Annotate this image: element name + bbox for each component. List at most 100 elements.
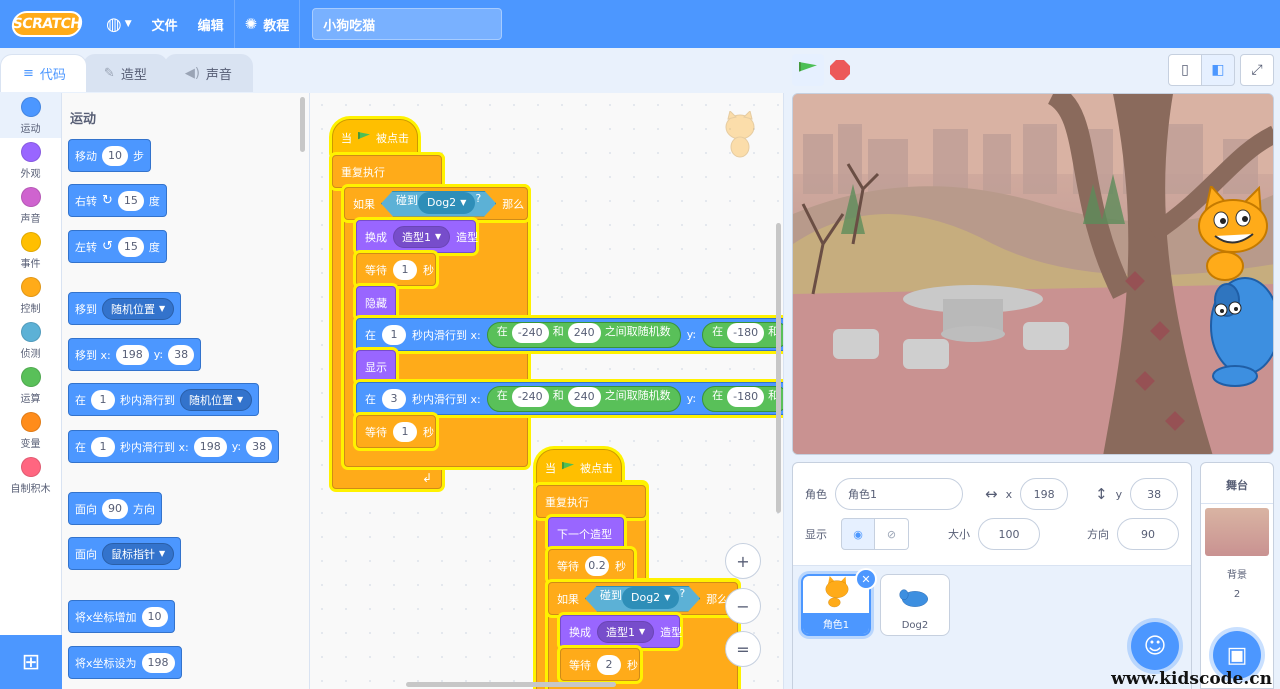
category-looks[interactable]: 外观	[0, 138, 61, 183]
direction-input[interactable]: 90	[1117, 518, 1179, 550]
language-menu[interactable]: ◍ ▼	[96, 0, 142, 48]
forever-block[interactable]: 重复执行	[332, 155, 442, 188]
wait-block[interactable]: 等待 1 秒	[356, 253, 436, 286]
size-input[interactable]: 100	[978, 518, 1040, 550]
x-input[interactable]: 198	[115, 344, 149, 365]
delete-sprite-button[interactable]: ✕	[855, 568, 877, 590]
show-block[interactable]: 显示	[356, 350, 396, 383]
hide-block[interactable]: 隐藏	[356, 286, 396, 319]
wait-block[interactable]: 等待 2 秒	[560, 648, 640, 681]
x-input[interactable]: 198	[193, 436, 227, 457]
add-extension-button[interactable]: ⊞	[0, 635, 62, 689]
block-goto-xy[interactable]: 移到 x: 198 y: 38	[68, 338, 202, 371]
backdrop-thumbnail[interactable]	[1205, 508, 1269, 556]
wait-seconds-input[interactable]: 0.2	[585, 555, 609, 576]
x-change-input[interactable]: 10	[141, 606, 168, 627]
when-flag-clicked-block[interactable]: 当 被点击	[332, 119, 418, 157]
switch-costume-block[interactable]: 换成 造型1 ▼ 造型	[356, 220, 478, 253]
y-input[interactable]: 38	[246, 436, 273, 457]
palette-scrollbar[interactable]	[300, 97, 305, 152]
category-events[interactable]: 事件	[0, 228, 61, 273]
show-visible-button[interactable]: ◉	[841, 518, 875, 550]
random-min-input[interactable]: -240	[511, 386, 549, 407]
x-position-input[interactable]: 198	[1020, 478, 1069, 510]
towards-dropdown[interactable]: 鼠标指针 ▼	[102, 542, 175, 565]
scratch-logo[interactable]: SCRATCH	[10, 11, 84, 37]
glide-random-block-2[interactable]: 在 3 秒内滑行到 x: 在 -240 和 240 之间取随机数 y: 在 -1…	[356, 382, 783, 415]
if-touching-block[interactable]: 如果 碰到 Dog2 ▼ ? 那么	[344, 187, 528, 220]
y-input[interactable]: 38	[168, 344, 195, 365]
forever-block[interactable]: 重复执行	[536, 485, 646, 518]
tab-sounds[interactable]: ◀) 声音	[163, 54, 253, 92]
direction-input[interactable]: 90	[102, 498, 128, 519]
tutorials-menu[interactable]: ✺ 教程	[235, 0, 300, 48]
wait-block[interactable]: 等待 0.2 秒	[548, 549, 634, 582]
switch-costume-block[interactable]: 换成 造型1 ▼ 造型	[560, 615, 682, 648]
edit-menu[interactable]: 编辑	[188, 0, 234, 48]
fullscreen-button[interactable]: ⤢	[1240, 54, 1274, 86]
random-y-operator[interactable]: 在 -180 和	[702, 385, 783, 412]
tab-costumes[interactable]: ✎ 造型	[82, 54, 168, 92]
green-flag-button[interactable]	[792, 54, 824, 86]
category-sensing[interactable]: 侦测	[0, 318, 61, 363]
degrees-input[interactable]: 15	[117, 236, 144, 257]
block-turn-right[interactable]: 右转 ↻ 15 度	[68, 184, 167, 217]
costume-dropdown[interactable]: 造型1 ▼	[393, 225, 451, 248]
stage-canvas[interactable]	[792, 93, 1274, 455]
zoom-in-button[interactable]: +	[725, 543, 761, 579]
goto-target-dropdown[interactable]: 随机位置 ▼	[102, 297, 175, 320]
seconds-input[interactable]: 1	[91, 436, 115, 457]
glide-seconds-input[interactable]: 1	[382, 324, 406, 345]
code-workspace[interactable]: 当 被点击 重复执行 如果 碰到 Dog2 ▼ ? 那么 换成 造型1 ▼ 造型 等…	[310, 93, 784, 689]
large-stage-button[interactable]: ◧	[1201, 54, 1235, 86]
project-title-input[interactable]: 小狗吃猫	[312, 8, 503, 40]
random-x-operator[interactable]: 在 -240 和 240 之间取随机数	[486, 385, 681, 412]
category-variables[interactable]: 变量	[0, 408, 61, 453]
block-glide-to[interactable]: 在 1 秒内滑行到 随机位置 ▼	[68, 383, 260, 416]
small-stage-button[interactable]: ▯	[1168, 54, 1202, 86]
random-max-input[interactable]: 240	[567, 386, 601, 407]
glide-random-block-1[interactable]: 在 1 秒内滑行到 x: 在 -240 和 240 之间取随机数 y: 在 -1…	[356, 318, 783, 351]
block-move-steps[interactable]: 移动 10 步	[68, 139, 151, 172]
workspace-horizontal-scrollbar[interactable]	[406, 682, 616, 687]
block-change-x[interactable]: 将x坐标增加 10	[68, 600, 175, 633]
category-operators[interactable]: 运算	[0, 363, 61, 408]
y-position-input[interactable]: 38	[1130, 478, 1179, 510]
steps-input[interactable]: 10	[102, 145, 128, 166]
wait-seconds-input[interactable]: 1	[393, 259, 417, 280]
wait-seconds-input[interactable]: 2	[597, 654, 621, 675]
random-min-input[interactable]: -240	[511, 322, 549, 343]
add-sprite-button[interactable]: ☺	[1131, 622, 1179, 670]
touching-target-dropdown[interactable]: Dog2 ▼	[622, 587, 679, 609]
x-set-input[interactable]: 198	[141, 652, 175, 673]
category-sound[interactable]: 声音	[0, 183, 61, 228]
workspace-vertical-scrollbar[interactable]	[776, 223, 781, 513]
block-glide-xy[interactable]: 在 1 秒内滑行到 x: 198 y: 38	[68, 430, 280, 463]
touching-condition[interactable]: 碰到 Dog2 ▼ ?	[585, 586, 700, 612]
block-point-towards[interactable]: 面向 鼠标指针 ▼	[68, 537, 182, 570]
block-point-direction[interactable]: 面向 90 方向	[68, 492, 162, 525]
next-costume-block[interactable]: 下一个造型	[548, 517, 624, 550]
seconds-input[interactable]: 1	[91, 389, 115, 410]
block-set-x[interactable]: 将x坐标设为 198	[68, 646, 182, 679]
touching-target-dropdown[interactable]: Dog2 ▼	[418, 192, 475, 214]
wait-seconds-input[interactable]: 1	[393, 421, 417, 442]
category-control[interactable]: 控制	[0, 273, 61, 318]
glide-seconds-input[interactable]: 3	[382, 388, 406, 409]
sprite-name-input[interactable]: 角色1	[835, 478, 963, 510]
touching-condition[interactable]: 碰到 Dog2 ▼ ?	[381, 191, 496, 217]
file-menu[interactable]: 文件	[142, 0, 188, 48]
block-goto[interactable]: 移到 随机位置 ▼	[68, 292, 182, 325]
zoom-reset-button[interactable]: =	[725, 631, 761, 667]
random-max-input[interactable]: 240	[567, 322, 601, 343]
sprite-thumb-dog2[interactable]: Dog2	[880, 574, 950, 636]
stage-selector-pane[interactable]: 舞台 背景 2 ▣	[1200, 462, 1274, 689]
when-flag-clicked-block[interactable]: 当 被点击	[536, 449, 622, 487]
sprite-thumb-cat[interactable]: 角色1 ✕	[801, 568, 877, 636]
show-hidden-button[interactable]: ⊘	[875, 518, 909, 550]
category-my-blocks[interactable]: 自制积木	[0, 453, 61, 498]
block-turn-left[interactable]: 左转 ↺ 15 度	[68, 230, 167, 263]
if-touching-block[interactable]: 如果 碰到 Dog2 ▼ ? 那么	[548, 582, 738, 615]
tab-code[interactable]: ≡ 代码	[0, 54, 87, 92]
random-y-operator[interactable]: 在 -180 和	[702, 321, 783, 348]
